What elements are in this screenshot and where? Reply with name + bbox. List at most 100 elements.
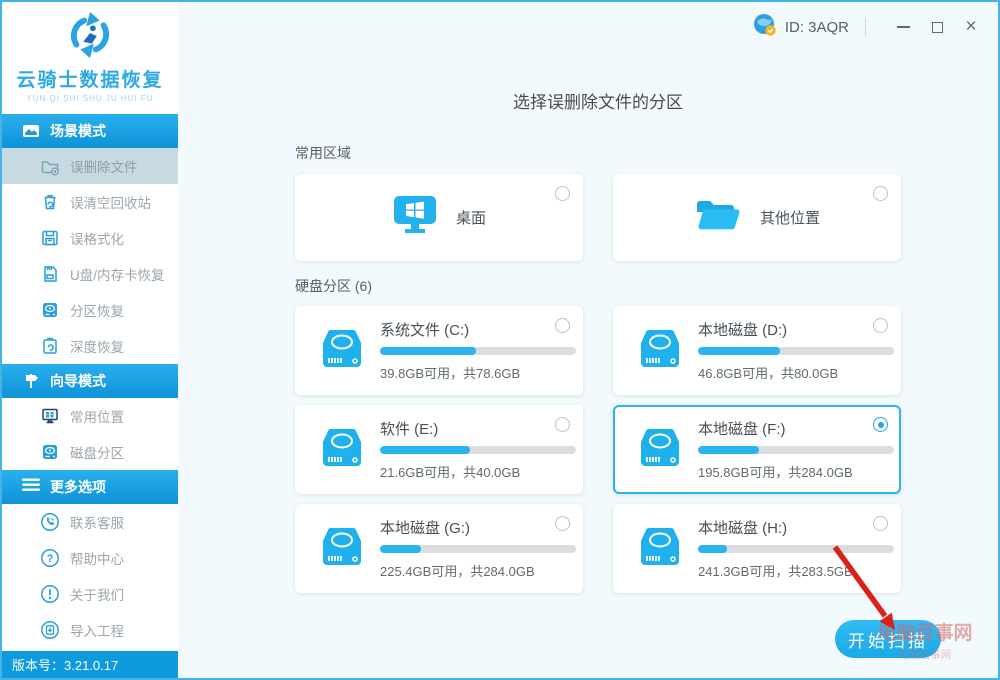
sidebar-item-about-us[interactable]: 关于我们 (2, 576, 178, 612)
partition-usage-fill (380, 545, 422, 553)
disk-drive-icon (319, 327, 365, 374)
format-icon (40, 228, 60, 248)
partition-radio[interactable] (873, 318, 888, 333)
sidebar-item-help-center[interactable]: ? 帮助中心 (2, 540, 178, 576)
wizard-mode-icon (22, 372, 40, 390)
partition-usage-fill (380, 347, 477, 355)
section-label-common-areas: 常用区域 (295, 145, 351, 161)
sidebar-section-header-1: 向导模式 (2, 364, 178, 398)
main-area: ID: 3AQR × 选择误删除文件的分区 常用区域 桌面 其他位置 硬盘分区 … (178, 2, 998, 678)
sidebar-section-header-2: 更多选项 (2, 470, 178, 504)
partition-radio[interactable] (555, 417, 570, 432)
place-radio[interactable] (555, 186, 570, 201)
more-options-icon (22, 478, 40, 496)
partition-card-c[interactable]: 系统文件 (C:) 39.8GB可用，共78.6GB (295, 306, 583, 395)
place-card-folder[interactable]: 其他位置 (613, 174, 901, 261)
sidebar: 云骑士数据恢复 YUN QI SHI SHU JU HUI FU 场景模式 误删… (2, 2, 178, 678)
place-radio[interactable] (873, 186, 888, 201)
place-card-desktop[interactable]: 桌面 (295, 174, 583, 261)
sidebar-nav: 场景模式 误删除文件 误清空回收站 误格式化 U盘/内存卡恢复 分区恢复 深度恢… (2, 114, 178, 648)
maximize-button[interactable] (924, 14, 950, 40)
partition-usage-fill (698, 347, 781, 355)
titlebar-divider (865, 18, 866, 36)
sidebar-section-header-0: 场景模式 (2, 114, 178, 148)
minimize-icon (896, 26, 910, 28)
partition-detail: 21.6GB可用，共40.0GB (380, 465, 521, 480)
close-button[interactable]: × (958, 14, 984, 40)
partition-radio[interactable] (873, 417, 888, 432)
sidebar-item-contact-support[interactable]: 联系客服 (2, 504, 178, 540)
minimize-button[interactable] (890, 14, 916, 40)
disk-drive-icon (637, 327, 683, 374)
partitions-grid: 系统文件 (C:) 39.8GB可用，共78.6GB 本地磁盘 (D:) 46.… (295, 306, 901, 593)
disk-drive-icon (637, 525, 683, 572)
partition-detail: 46.8GB可用，共80.0GB (698, 366, 839, 381)
sidebar-item-deep-recovery[interactable]: 深度恢复 (2, 328, 178, 364)
svg-text:?: ? (47, 553, 54, 565)
deep-recovery-icon (40, 336, 60, 356)
deleted-file-icon (40, 156, 60, 176)
sidebar-item-usb-card[interactable]: U盘/内存卡恢复 (2, 256, 178, 292)
desktop-icon (392, 195, 438, 240)
partition-recovery-icon (40, 300, 60, 320)
common-location-icon (40, 406, 60, 426)
partition-card-g[interactable]: 本地磁盘 (G:) 225.4GB可用，共284.0GB (295, 504, 583, 593)
recycle-bin-icon (40, 192, 60, 212)
sidebar-item-format[interactable]: 误格式化 (2, 220, 178, 256)
partition-usage-fill (698, 545, 728, 553)
scene-mode-icon (22, 122, 40, 140)
partition-card-d[interactable]: 本地磁盘 (D:) 46.8GB可用，共80.0GB (613, 306, 901, 395)
import-project-icon (40, 620, 60, 640)
partition-usage-fill (698, 446, 759, 454)
sidebar-item-recycle-bin[interactable]: 误清空回收站 (2, 184, 178, 220)
sidebar-item-partition-recovery[interactable]: 分区恢复 (2, 292, 178, 328)
partition-usage-fill (380, 446, 471, 454)
partition-detail: 225.4GB可用，共284.0GB (380, 564, 535, 579)
about-us-icon (40, 584, 60, 604)
disk-drive-icon (637, 426, 683, 473)
sidebar-item-import-project[interactable]: 导入工程 (2, 612, 178, 648)
sidebar-item-deleted-file[interactable]: 误删除文件 (2, 148, 178, 184)
partition-card-e[interactable]: 软件 (E:) 21.6GB可用，共40.0GB (295, 405, 583, 494)
sidebar-item-common-location[interactable]: 常用位置 (2, 398, 178, 434)
partition-usage-bar (698, 446, 894, 454)
app-name-pinyin: YUN QI SHI SHU JU HUI FU (26, 94, 154, 103)
partition-name: 本地磁盘 (D:) (698, 322, 788, 339)
partition-radio[interactable] (873, 516, 888, 531)
partition-name: 本地磁盘 (H:) (698, 520, 788, 537)
partition-name: 本地磁盘 (G:) (380, 520, 470, 537)
partition-name: 本地磁盘 (F:) (698, 421, 786, 438)
account-badge-icon (753, 13, 777, 42)
contact-support-icon (40, 512, 60, 532)
app-name: 云骑士数据恢复 (16, 70, 164, 91)
partition-radio[interactable] (555, 318, 570, 333)
partition-usage-bar (380, 545, 576, 553)
partition-detail: 195.8GB可用，共284.0GB (698, 465, 853, 480)
disk-drive-icon (319, 525, 365, 572)
partition-usage-bar (698, 545, 894, 553)
titlebar: ID: 3AQR × (178, 2, 998, 52)
app-logo: 云骑士数据恢复 YUN QI SHI SHU JU HUI FU (2, 2, 178, 114)
logo-recycle-knight-icon (63, 11, 117, 66)
folder-icon (694, 196, 742, 239)
disk-drive-icon (319, 426, 365, 473)
start-scan-button[interactable]: 开始扫描 (835, 620, 941, 658)
partition-detail: 39.8GB可用，共78.6GB (380, 366, 521, 381)
partition-usage-bar (380, 347, 576, 355)
partition-card-h[interactable]: 本地磁盘 (H:) 241.3GB可用，共283.5GB (613, 504, 901, 593)
partition-card-f[interactable]: 本地磁盘 (F:) 195.8GB可用，共284.0GB (613, 405, 901, 494)
usb-card-icon (40, 264, 60, 284)
partition-radio[interactable] (555, 516, 570, 531)
content: 选择误删除文件的分区 常用区域 桌面 其他位置 硬盘分区 (6) 系统文件 (C… (295, 88, 901, 593)
partition-name: 软件 (E:) (380, 421, 439, 438)
maximize-icon (931, 21, 943, 33)
partition-usage-bar (380, 446, 576, 454)
disk-partition-icon (40, 442, 60, 462)
version-label: 版本号：3.21.0.17 (2, 651, 178, 678)
sidebar-item-disk-partition[interactable]: 磁盘分区 (2, 434, 178, 470)
partition-detail: 241.3GB可用，共283.5GB (698, 564, 853, 579)
user-id-label: ID: 3AQR (784, 18, 849, 36)
help-center-icon: ? (40, 548, 60, 568)
partition-usage-bar (698, 347, 894, 355)
common-places-grid: 桌面 其他位置 (295, 174, 901, 261)
